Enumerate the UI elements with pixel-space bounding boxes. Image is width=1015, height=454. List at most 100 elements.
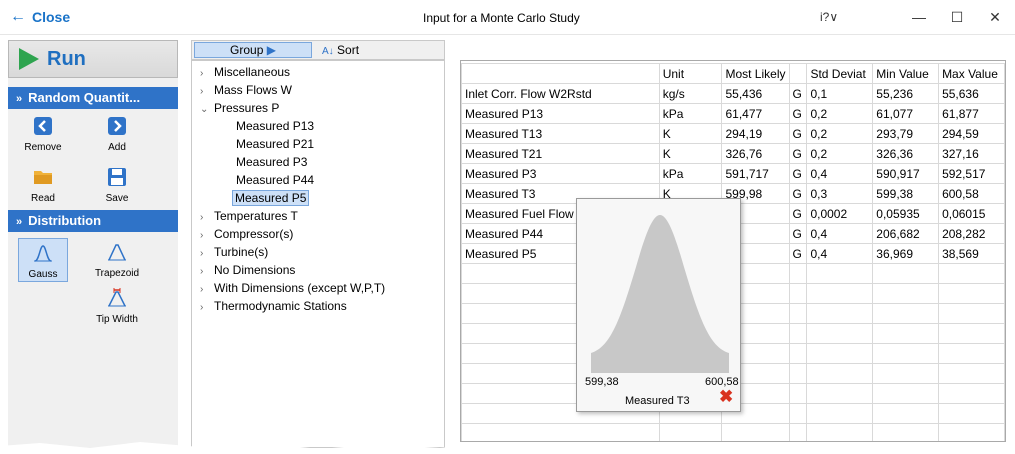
table-row[interactable]: Inlet Corr. Flow W2Rstd kg/s 55,436 G 0,1 55,… [461, 83, 1005, 104]
dist-type-cell[interactable]: G [788, 243, 808, 264]
empty-cell[interactable] [872, 403, 940, 424]
empty-cell[interactable] [938, 323, 1005, 344]
max-value-cell[interactable]: 55,636 [938, 83, 1005, 104]
trapezoid-button[interactable]: Trapezoid [92, 242, 142, 279]
save-button[interactable]: Save [92, 167, 142, 204]
empty-cell[interactable] [872, 343, 940, 364]
window-close-button[interactable]: ✕ [980, 6, 1010, 28]
max-value-cell[interactable]: 0,06015 [938, 203, 1005, 224]
most-likely-cell[interactable]: 55,436 [721, 83, 790, 104]
empty-cell[interactable] [872, 303, 940, 324]
table-row[interactable]: Measured P3 kPa 591,717 G 0,4 590,917 592,517 [461, 163, 1005, 184]
min-value-cell[interactable]: 326,36 [872, 143, 940, 164]
tree-node[interactable]: › Compressor(s) [200, 227, 293, 241]
column-header[interactable] [461, 63, 660, 84]
dist-type-cell[interactable]: G [788, 223, 808, 244]
most-likely-cell[interactable]: 61,477 [721, 103, 790, 124]
close-popup-icon[interactable]: ✖ [719, 387, 733, 407]
max-value-cell[interactable]: 592,517 [938, 163, 1005, 184]
empty-cell[interactable] [788, 383, 808, 404]
column-header[interactable]: Most Likely [721, 63, 790, 84]
empty-cell[interactable] [938, 283, 1005, 304]
min-value-cell[interactable]: 599,38 [872, 183, 940, 204]
tree-node[interactable]: › Miscellaneous [200, 65, 290, 79]
unit-cell[interactable]: kPa [658, 103, 723, 124]
unit-cell[interactable]: K [658, 143, 723, 164]
minimize-button[interactable]: — [904, 6, 934, 28]
most-likely-cell[interactable]: 591,717 [721, 163, 790, 184]
empty-cell[interactable] [872, 283, 940, 304]
column-header[interactable]: Std Deviat [806, 63, 874, 84]
empty-cell[interactable] [806, 263, 874, 284]
empty-cell[interactable] [938, 403, 1005, 424]
unit-cell[interactable]: K [658, 123, 723, 144]
std-dev-cell[interactable]: 0,3 [806, 183, 874, 204]
std-dev-cell[interactable]: 0,0002 [806, 203, 874, 224]
table-row[interactable]: Measured P13 kPa 61,477 G 0,2 61,077 61,877 [461, 103, 1005, 124]
row-label[interactable]: Measured T21 [461, 143, 660, 164]
most-likely-cell[interactable]: 326,76 [721, 143, 790, 164]
max-value-cell[interactable]: 294,59 [938, 123, 1005, 144]
run-button[interactable]: Run [8, 40, 178, 78]
tree-node[interactable]: › Mass Flows W [200, 83, 292, 97]
std-dev-cell[interactable]: 0,4 [806, 223, 874, 244]
dist-type-cell[interactable]: G [788, 123, 808, 144]
max-value-cell[interactable]: 61,877 [938, 103, 1005, 124]
empty-cell[interactable] [806, 323, 874, 344]
min-value-cell[interactable]: 293,79 [872, 123, 940, 144]
min-value-cell[interactable]: 0,05935 [872, 203, 940, 224]
maximize-button[interactable]: ☐ [942, 6, 972, 28]
empty-cell[interactable] [788, 323, 808, 344]
empty-cell[interactable] [788, 363, 808, 384]
dist-type-cell[interactable]: G [788, 103, 808, 124]
table-row[interactable]: Measured T13 K 294,19 G 0,2 293,79 294,59 [461, 123, 1005, 144]
row-label[interactable]: Measured P3 [461, 163, 660, 184]
tree-node[interactable]: ⌄ Pressures P [200, 101, 279, 115]
std-dev-cell[interactable]: 0,2 [806, 123, 874, 144]
empty-cell[interactable] [872, 383, 940, 404]
column-header[interactable]: Min Value [872, 63, 940, 84]
unit-cell[interactable]: kPa [658, 163, 723, 184]
tree-node[interactable]: › No Dimensions [200, 263, 295, 277]
max-value-cell[interactable]: 208,282 [938, 223, 1005, 244]
dist-type-cell[interactable]: G [788, 183, 808, 204]
max-value-cell[interactable]: 600,58 [938, 183, 1005, 204]
empty-cell[interactable] [938, 343, 1005, 364]
std-dev-cell[interactable]: 0,4 [806, 163, 874, 184]
tree-node[interactable]: › Turbine(s) [200, 245, 268, 259]
dist-type-cell[interactable]: G [788, 83, 808, 104]
tree-node[interactable]: › With Dimensions (except W,P,T) [200, 281, 385, 295]
empty-cell[interactable] [872, 263, 940, 284]
row-label[interactable]: Measured T13 [461, 123, 660, 144]
tip-width-button[interactable]: Tip Width [92, 288, 142, 325]
empty-cell[interactable] [788, 343, 808, 364]
min-value-cell[interactable]: 61,077 [872, 103, 940, 124]
empty-cell[interactable] [872, 323, 940, 344]
min-value-cell[interactable]: 36,969 [872, 243, 940, 264]
group-button[interactable]: Group ▶ [194, 42, 312, 58]
tree-node[interactable]: Measured P13 [236, 119, 314, 133]
max-value-cell[interactable]: 38,569 [938, 243, 1005, 264]
tree-node[interactable]: › Temperatures T [200, 209, 298, 223]
sort-button[interactable]: A↓ Sort [322, 42, 359, 60]
empty-cell[interactable] [806, 283, 874, 304]
column-header[interactable]: Max Value [938, 63, 1005, 84]
empty-cell[interactable] [788, 263, 808, 284]
empty-cell[interactable] [938, 363, 1005, 384]
tree-node[interactable]: Measured P21 [236, 137, 314, 151]
tree-node[interactable]: Measured P3 [236, 155, 307, 169]
empty-cell[interactable] [806, 303, 874, 324]
min-value-cell[interactable]: 590,917 [872, 163, 940, 184]
std-dev-cell[interactable]: 0,2 [806, 103, 874, 124]
empty-cell[interactable] [788, 303, 808, 324]
std-dev-cell[interactable]: 0,4 [806, 243, 874, 264]
unit-cell[interactable]: kg/s [658, 83, 723, 104]
max-value-cell[interactable]: 327,16 [938, 143, 1005, 164]
dist-type-cell[interactable]: G [788, 203, 808, 224]
most-likely-cell[interactable]: 294,19 [721, 123, 790, 144]
tree-node-selected[interactable]: Measured P5 [232, 190, 310, 206]
empty-cell[interactable] [938, 383, 1005, 404]
std-dev-cell[interactable]: 0,1 [806, 83, 874, 104]
gauss-button[interactable]: Gauss [18, 238, 68, 282]
min-value-cell[interactable]: 55,236 [872, 83, 940, 104]
